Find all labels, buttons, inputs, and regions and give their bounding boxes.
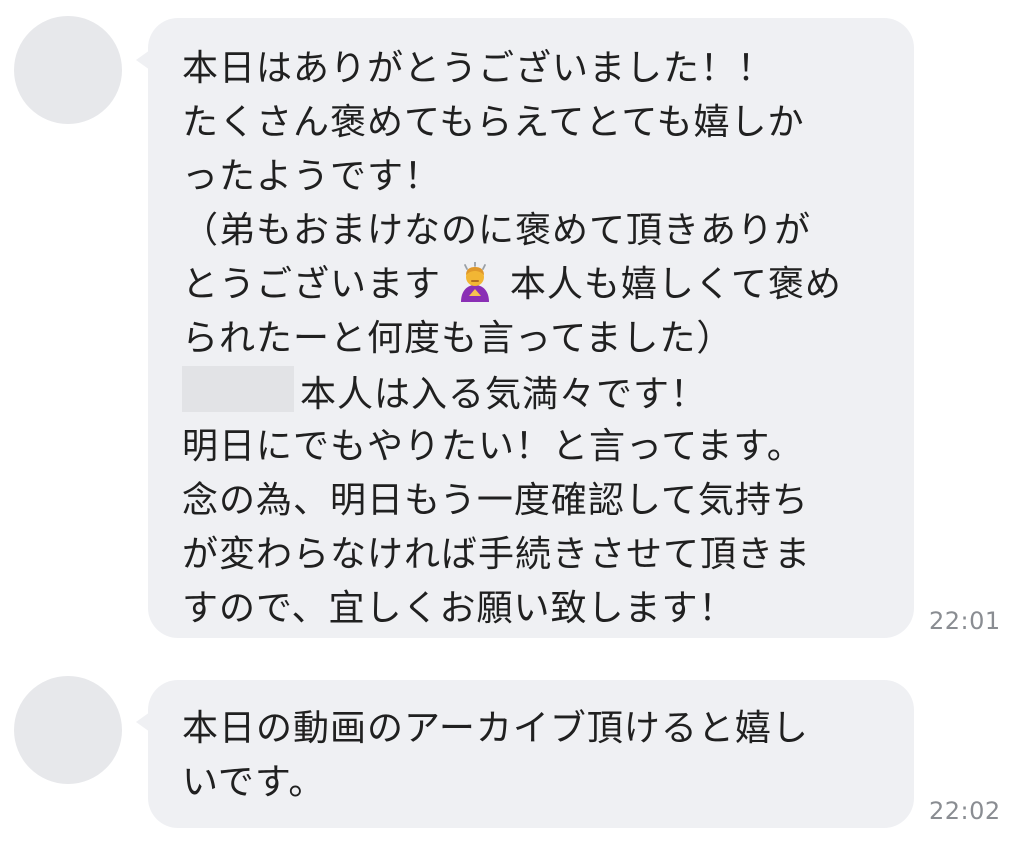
message-timestamp: 22:01 bbox=[929, 607, 1001, 635]
message-line: ったようです！ bbox=[182, 156, 442, 197]
message-line: 本人は入る気満々です！ bbox=[182, 366, 914, 420]
message-line: られたーと何度も言ってました） bbox=[182, 318, 734, 359]
message-text: とうございます bbox=[182, 264, 442, 305]
sender-avatar[interactable] bbox=[14, 16, 122, 124]
message-text: 本人も嬉しくて褒め bbox=[509, 264, 842, 305]
person-bowing-emoji bbox=[461, 262, 490, 302]
sender-avatar[interactable] bbox=[14, 676, 122, 784]
message-line: たくさん褒めてもらえてとても嬉しか bbox=[182, 102, 805, 143]
message-line: が変わらなければ手続きさせて頂きま bbox=[182, 534, 812, 575]
message-line: 本日の動画のアーカイブ頂けると嬉し bbox=[182, 708, 809, 749]
message-line: 本日はありがとうございました！！ bbox=[182, 48, 775, 89]
bubble-tail bbox=[136, 712, 150, 732]
message-line: （弟もおまけなのに褒めて頂きありが bbox=[182, 210, 812, 251]
message-text: 本人は入る気満々です！ bbox=[300, 374, 708, 415]
message-bubble[interactable]: 本日の動画のアーカイブ頂けると嬉し いです。 bbox=[136, 680, 914, 828]
message-line: すので、宜しくお願い致します！ bbox=[182, 588, 736, 629]
message-line: とうございます 本人も嬉しくて褒め bbox=[182, 258, 914, 312]
message-bubble[interactable]: 本日はありがとうございました！！ たくさん褒めてもらえてとても嬉しか ったようで… bbox=[136, 18, 914, 638]
redacted-name bbox=[182, 366, 294, 412]
bubble-tail bbox=[136, 50, 150, 70]
message-line: 念の為、明日もう一度確認して気持ち bbox=[182, 480, 809, 521]
message-timestamp: 22:02 bbox=[929, 797, 1001, 825]
message-line: いです。 bbox=[182, 762, 326, 803]
message-line: 明日にでもやりたい！と言ってます。 bbox=[182, 426, 804, 467]
